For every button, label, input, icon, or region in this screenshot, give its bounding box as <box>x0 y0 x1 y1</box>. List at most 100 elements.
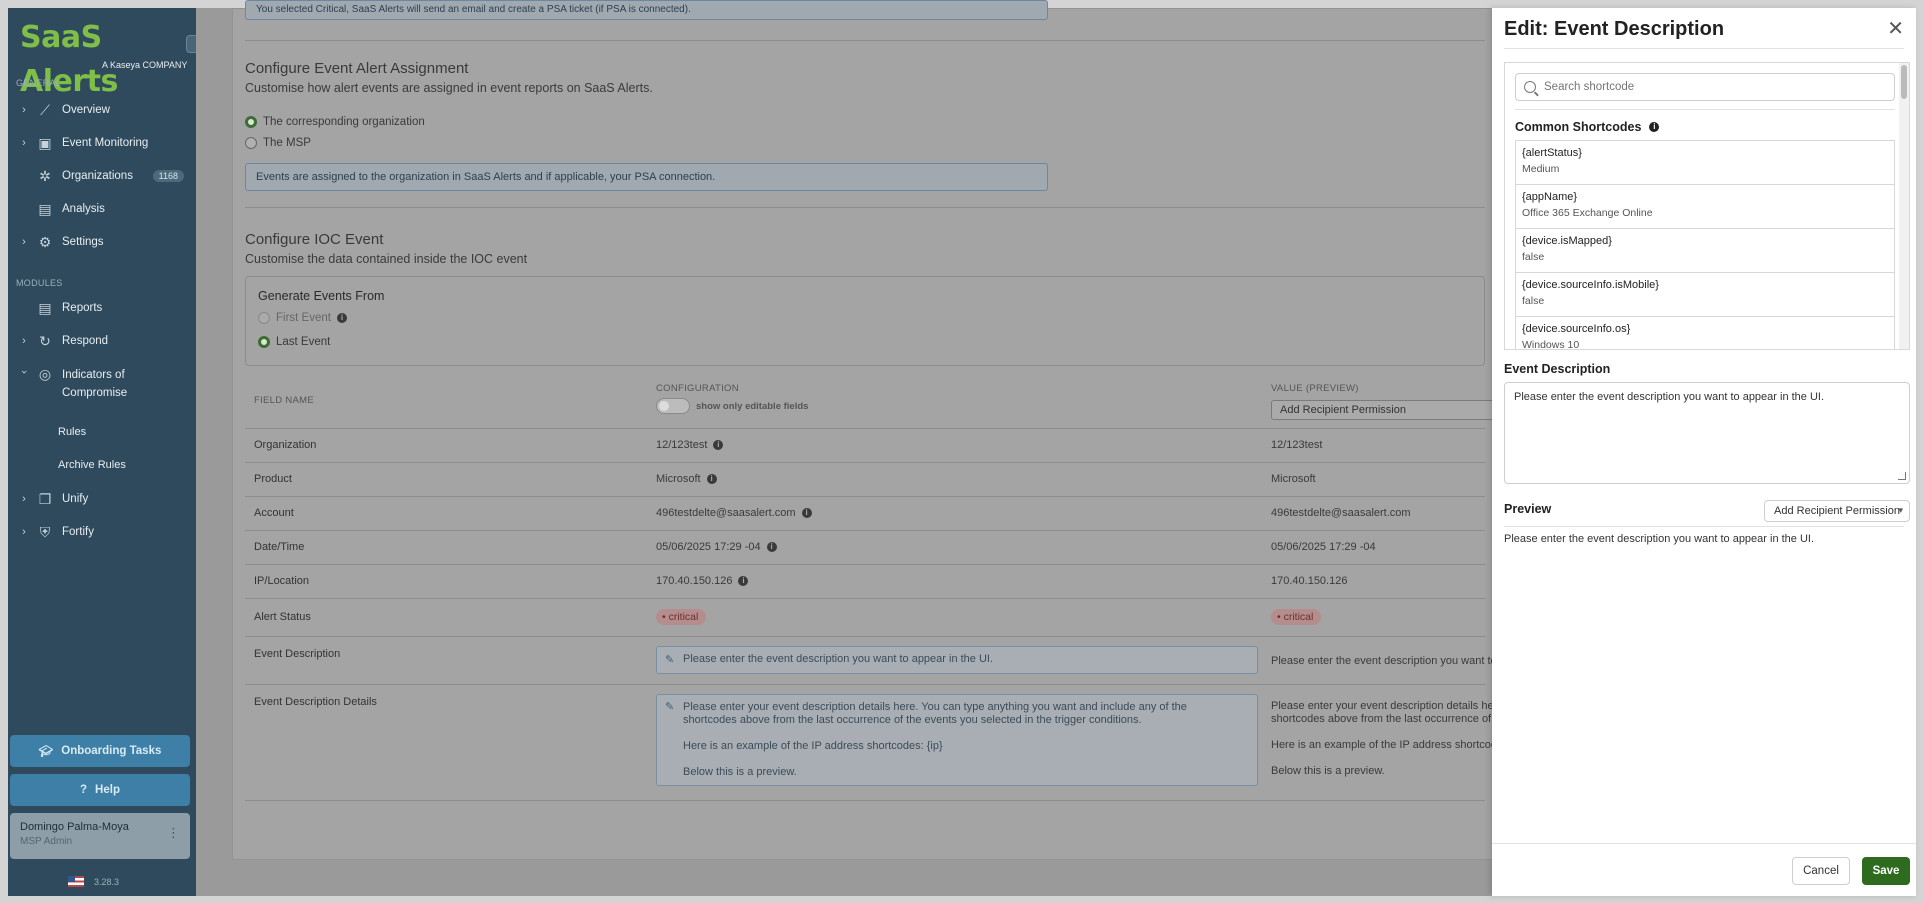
event-details-editable-field[interactable]: ✎ Please enter your event description de… <box>656 694 1258 786</box>
sidebar-subitem-rules[interactable]: Rules <box>58 426 86 438</box>
row-label-date-time: Date/Time <box>254 541 305 553</box>
event-description-text: Please enter the event description you w… <box>1514 391 1825 403</box>
details-line: Below this is a preview. <box>1271 765 1385 777</box>
help-circle-icon: ? <box>80 784 88 796</box>
event-description-label: Event Description <box>1504 362 1611 376</box>
sidebar-item-label: Unify <box>62 493 89 505</box>
radio-last-event[interactable]: Last Event <box>258 336 330 348</box>
preview-select-value: Add Recipient Permission <box>1774 505 1900 517</box>
version-info: 3.28.3 <box>68 876 119 887</box>
assign-info-box: Events are assigned to the organization … <box>245 163 1048 191</box>
common-shortcodes-title: Common Shortcodes i <box>1515 120 1660 134</box>
sidebar-item-overview[interactable]: › ⟋ Overview <box>8 96 196 124</box>
close-icon[interactable]: ✕ <box>1887 16 1904 41</box>
graduation-cap-icon: 🎓︎ <box>38 746 54 758</box>
info-icon[interactable]: i <box>1649 122 1660 132</box>
onboarding-tasks-button[interactable]: 🎓︎ Onboarding Tasks <box>10 735 190 767</box>
organizations-icon: ✲ <box>39 167 51 184</box>
row-divider <box>245 598 1485 599</box>
info-icon[interactable]: i <box>713 440 724 450</box>
event-description-editable-field[interactable]: ✎ Please enter the event description you… <box>656 646 1258 674</box>
more-vertical-icon[interactable]: ⋮ <box>167 825 180 841</box>
sidebar-item-label: Settings <box>62 236 104 248</box>
info-icon[interactable]: i <box>738 576 749 586</box>
sidebar-subitem-archive-rules[interactable]: Archive Rules <box>58 459 126 471</box>
status-badge: • critical <box>1271 609 1322 625</box>
scrollbar-thumb[interactable] <box>1901 65 1907 99</box>
shortcodes-scrollbar[interactable] <box>1899 63 1909 349</box>
info-icon[interactable]: i <box>706 474 717 484</box>
chevron-right-icon: › <box>22 526 26 538</box>
shortcode-item[interactable]: {alertStatus} Medium <box>1516 141 1894 185</box>
value-preview-select[interactable]: Add Recipient Permission <box>1271 400 1503 420</box>
shortcodes-panel: Common Shortcodes i {alertStatus} Medium… <box>1504 62 1910 350</box>
sidebar-item-reports[interactable]: ▤ Reports <box>8 294 196 322</box>
divider <box>1504 526 1904 527</box>
shortcode-item[interactable]: {device.isMapped} false <box>1516 229 1894 273</box>
shortcode-key: {device.sourceInfo.isMobile} <box>1522 279 1659 291</box>
shortcode-item[interactable]: {device.sourceInfo.os} Windows 10 <box>1516 317 1894 349</box>
help-button[interactable]: ? Help <box>10 774 190 806</box>
row-label-ip-location: IP/Location <box>254 575 310 587</box>
details-line: Please enter your event description deta… <box>1271 700 1493 712</box>
user-card[interactable]: Domingo Palma-Moya MSP Admin ⋮ <box>10 813 190 859</box>
sidebar-item-label: Fortify <box>62 526 94 538</box>
preview-text: Please enter the event description you w… <box>1504 533 1815 545</box>
cancel-button[interactable]: Cancel <box>1792 857 1850 885</box>
row-divider <box>245 636 1485 637</box>
shortcode-item[interactable]: {appName} Office 365 Exchange Online <box>1516 185 1894 229</box>
ioc-title: Configure IOC Event <box>245 231 384 248</box>
details-line: Here is an example of the IP address sho… <box>683 740 943 752</box>
sidebar-item-fortify[interactable]: › ⛨ Fortify <box>8 518 196 546</box>
config-value: Microsoft <box>656 473 701 485</box>
radio-first-event[interactable]: First Event i <box>258 312 347 324</box>
toggle-label: show only editable fields <box>696 400 809 412</box>
us-flag-icon[interactable] <box>68 876 84 887</box>
value-cell: 170.40.150.126 <box>1271 575 1348 587</box>
radio-label: The corresponding organization <box>263 116 425 128</box>
shortcode-value: false <box>1522 295 1545 307</box>
sidebar-item-unify[interactable]: › ❐ Unify <box>8 485 196 513</box>
shortcode-value: Medium <box>1522 163 1560 175</box>
sidebar-item-indicators-of-compromise[interactable]: › ◎ Indicators of Compromise <box>8 360 196 400</box>
status-badge: • critical <box>656 609 707 625</box>
save-button[interactable]: Save <box>1862 857 1910 885</box>
resize-handle-icon[interactable] <box>1898 472 1906 480</box>
config-cell: 12/123test i <box>656 439 724 451</box>
info-icon[interactable]: i <box>766 542 777 552</box>
radio-msp[interactable]: The MSP <box>245 137 311 149</box>
search-shortcode-field[interactable] <box>1515 73 1895 101</box>
sidebar-item-organizations[interactable]: ✲ Organizations 1168 <box>8 162 196 190</box>
toggle-switch[interactable] <box>656 398 690 414</box>
event-description-textarea[interactable]: Please enter the event description you w… <box>1504 382 1910 484</box>
editable-fields-toggle[interactable]: show only editable fields <box>656 398 808 414</box>
radio-corresponding-org[interactable]: The corresponding organization <box>245 116 425 128</box>
sidebar-item-analysis[interactable]: ▤ Analysis <box>8 195 196 223</box>
config-cell: Microsoft i <box>656 473 717 485</box>
sidebar-item-respond[interactable]: › ↻ Respond <box>8 327 196 355</box>
preview-shortcode-select[interactable]: Add Recipient Permission ▾ <box>1764 500 1910 522</box>
event-description-text: Please enter the event description you w… <box>683 653 994 665</box>
value-cell: 496testdelte@saasalert.com <box>1271 507 1411 519</box>
radio-checked-icon <box>258 336 270 348</box>
radio-unchecked-icon <box>245 137 257 149</box>
divider <box>245 40 1485 41</box>
shortcode-key: {appName} <box>1522 191 1578 203</box>
saas-alerts-logo[interactable]: SaaS Alerts A Kaseya COMPANY <box>20 16 190 99</box>
chart-line-icon: ⟋ <box>40 101 50 118</box>
info-icon[interactable]: i <box>336 313 347 323</box>
column-header-value-preview: VALUE (PREVIEW) <box>1271 383 1359 394</box>
main-content: You selected Critical, SaaS Alerts will … <box>196 0 1503 896</box>
search-icon <box>1524 81 1536 93</box>
row-divider <box>245 530 1485 531</box>
critical-info-box: You selected Critical, SaaS Alerts will … <box>245 0 1048 20</box>
info-icon[interactable]: i <box>801 508 812 518</box>
radio-disabled-icon <box>258 312 270 324</box>
sidebar-item-settings[interactable]: › ⚙ Settings <box>8 228 196 256</box>
value-cell: Please enter the event description you w… <box>1271 655 1493 667</box>
shortcode-item[interactable]: {device.sourceInfo.isMobile} false <box>1516 273 1894 317</box>
sidebar-item-event-monitoring[interactable]: › ▣ Event Monitoring <box>8 129 196 157</box>
report-icon: ▤ <box>38 299 52 316</box>
search-shortcode-input[interactable] <box>1544 81 1864 93</box>
pencil-icon: ✎ <box>665 654 675 666</box>
